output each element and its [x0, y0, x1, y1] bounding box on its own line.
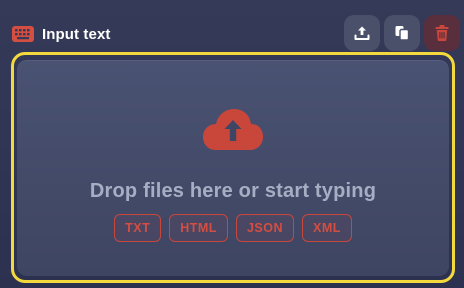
panel-header: Input text: [0, 0, 464, 52]
upload-button[interactable]: [344, 15, 380, 51]
trash-icon: [435, 25, 449, 41]
format-badge-txt: TXT: [114, 214, 162, 242]
dropzone-highlight[interactable]: Drop files here or start typing TXT HTML…: [11, 52, 455, 283]
format-badge-html: HTML: [169, 214, 228, 242]
format-badge-json: JSON: [235, 214, 294, 242]
copy-button[interactable]: [384, 15, 420, 51]
text-input-area[interactable]: Drop files here or start typing TXT HTML…: [17, 60, 449, 276]
panel-title: Input text: [42, 25, 111, 43]
cloud-upload-icon: [202, 108, 264, 152]
keyboard-icon: [12, 26, 34, 42]
format-badge-xml: XML: [301, 214, 352, 242]
delete-button[interactable]: [424, 15, 460, 51]
panel-title-group: Input text: [12, 24, 111, 44]
format-badges: TXT HTML JSON XML: [17, 214, 449, 242]
header-actions: [344, 15, 460, 51]
upload-icon: [354, 26, 370, 40]
dropzone-message: Drop files here or start typing: [89, 180, 377, 202]
input-text-panel: Input text Drop files here or start typi…: [0, 0, 464, 288]
copy-icon: [395, 26, 410, 41]
